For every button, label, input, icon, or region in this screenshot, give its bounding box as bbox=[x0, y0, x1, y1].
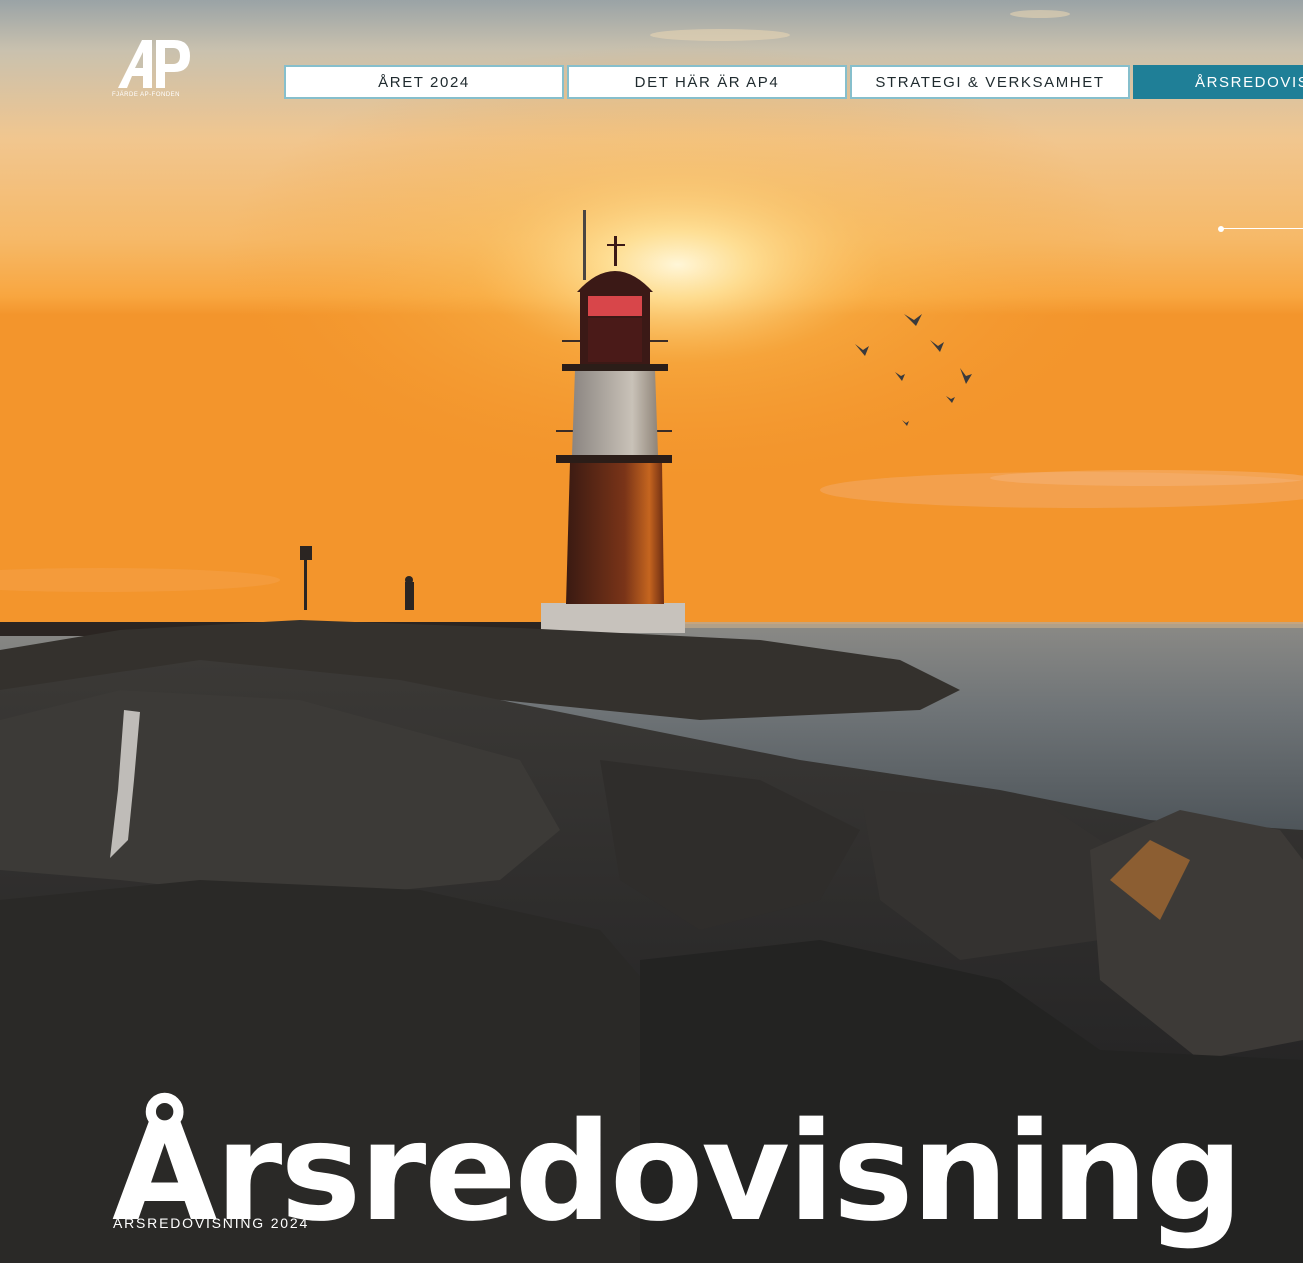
page-subtitle: ÅRSREDOVISNING 2024 bbox=[113, 1215, 310, 1231]
main-nav: ÅRET 2024 DET HÄR ÄR AP4 STRATEGI & VERK… bbox=[284, 65, 1303, 99]
nav-item-aret-2024[interactable]: ÅRET 2024 bbox=[284, 65, 564, 99]
page: FJÄRDE AP-FONDEN ÅRET 2024 DET HÄR ÄR AP… bbox=[0, 0, 1303, 1263]
hero-image bbox=[0, 0, 1303, 1263]
nav-item-arsredovisning[interactable]: ÅRSREDOVISNING bbox=[1133, 65, 1303, 99]
ap-logo-mark bbox=[118, 40, 190, 88]
slide-indicator[interactable] bbox=[1218, 226, 1303, 232]
indicator-dot bbox=[1218, 226, 1224, 232]
logo-subtitle: FJÄRDE AP-FONDEN bbox=[112, 92, 181, 98]
nav-item-strategi-verksamhet[interactable]: STRATEGI & VERKSAMHET bbox=[850, 65, 1130, 99]
ap4-logo[interactable]: FJÄRDE AP-FONDEN bbox=[112, 38, 192, 102]
indicator-line bbox=[1222, 228, 1303, 229]
nav-item-det-har-ar-ap4[interactable]: DET HÄR ÄR AP4 bbox=[567, 65, 847, 99]
